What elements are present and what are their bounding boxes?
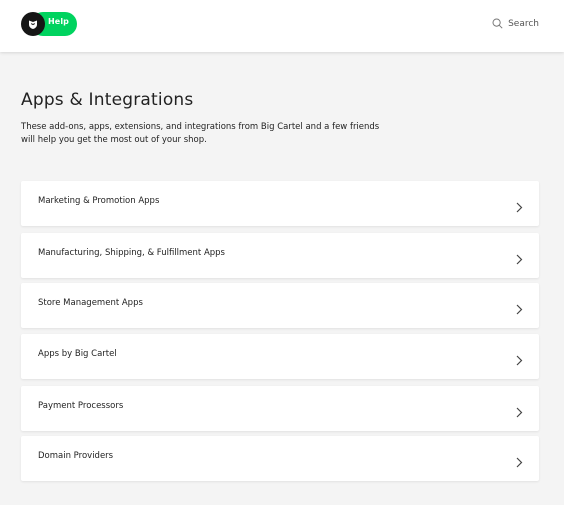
search-icon	[492, 18, 503, 29]
search-label: Search	[508, 18, 539, 29]
site-header: Help Search	[0, 0, 564, 52]
category-label: Payment Processors	[38, 401, 124, 411]
category-label: Marketing & Promotion Apps	[38, 196, 160, 206]
category-payment-processors[interactable]: Payment Processors	[21, 386, 539, 431]
chevron-right-icon	[516, 453, 523, 472]
search-button[interactable]: Search	[492, 18, 539, 29]
category-marketing-promotion[interactable]: Marketing & Promotion Apps	[21, 181, 539, 226]
category-label: Apps by Big Cartel	[38, 349, 117, 359]
big-cartel-logo-icon	[21, 12, 45, 36]
chevron-right-icon	[516, 403, 523, 422]
help-logo-link[interactable]: Help	[21, 12, 77, 36]
category-label: Domain Providers	[38, 451, 114, 461]
category-domain-providers[interactable]: Domain Providers	[21, 436, 539, 481]
page-title: Apps & Integrations	[21, 90, 194, 110]
chevron-right-icon	[516, 351, 523, 370]
category-manufacturing-shipping[interactable]: Manufacturing, Shipping, & Fulfillment A…	[21, 233, 539, 278]
chevron-right-icon	[516, 250, 523, 269]
category-label: Store Management Apps	[38, 298, 143, 308]
logo-label: Help	[48, 17, 69, 26]
page-intro: These add-ons, apps, extensions, and int…	[21, 122, 380, 145]
category-store-management[interactable]: Store Management Apps	[21, 283, 539, 328]
chevron-right-icon	[516, 198, 523, 217]
chevron-right-icon	[516, 300, 523, 319]
category-apps-by-big-cartel[interactable]: Apps by Big Cartel	[21, 334, 539, 379]
category-label: Manufacturing, Shipping, & Fulfillment A…	[38, 248, 225, 258]
